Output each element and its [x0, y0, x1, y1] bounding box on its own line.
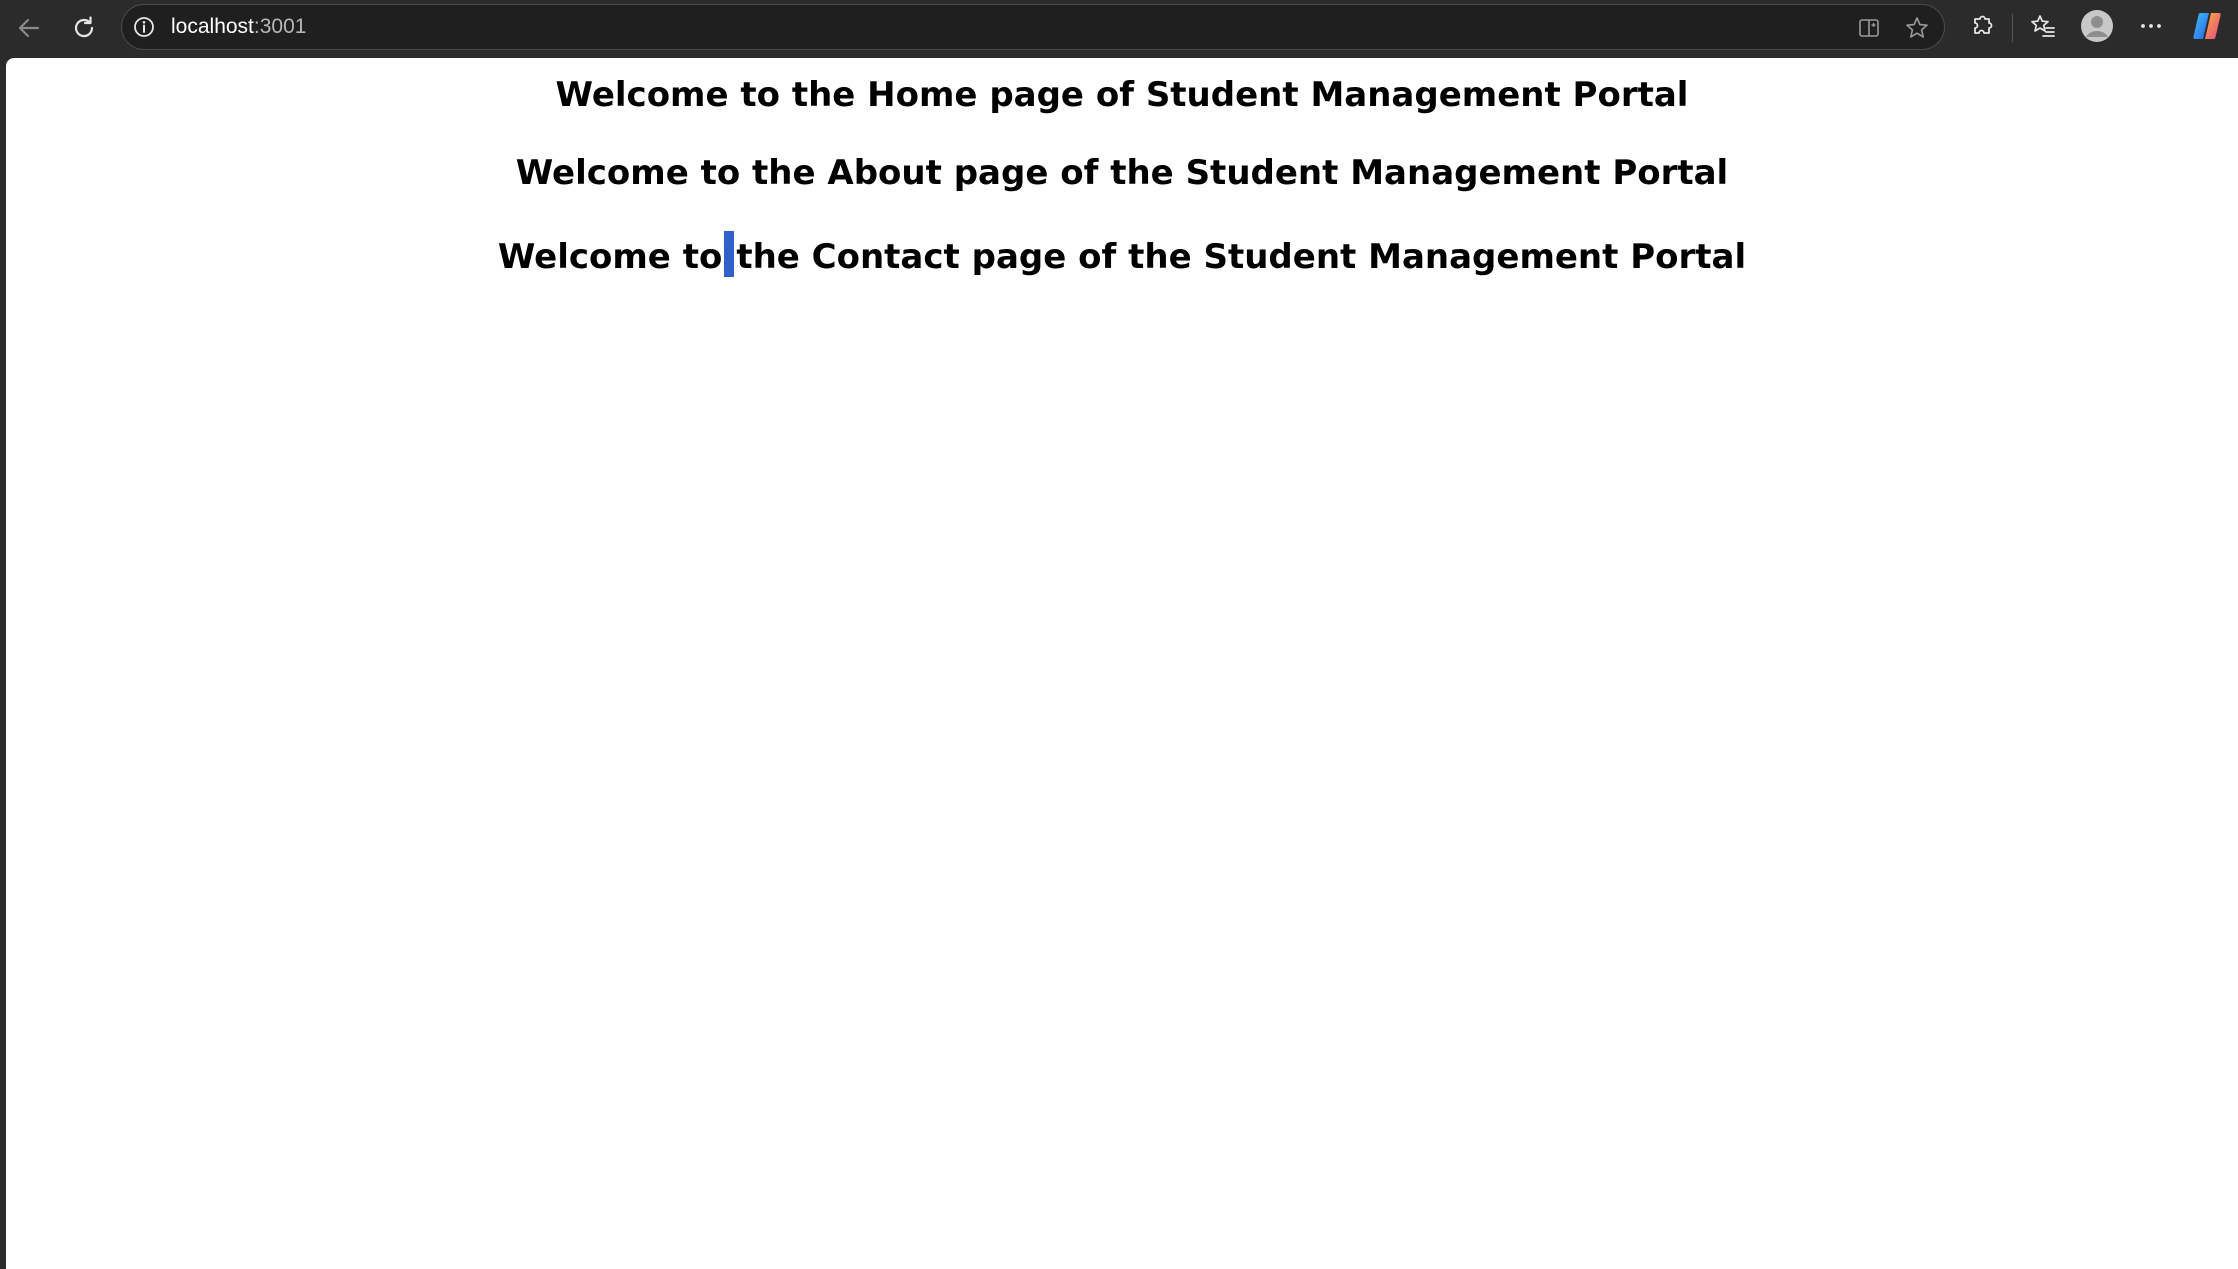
address-bar[interactable]: localhost:3001 [121, 4, 1945, 50]
extensions-button[interactable] [1964, 10, 2000, 46]
url-port: :3001 [253, 15, 307, 38]
arrow-left-icon [15, 14, 43, 42]
copilot-button[interactable] [2189, 10, 2225, 46]
contact-heading: Welcome to the Contact page of the Studen… [6, 231, 2238, 277]
page-viewport: Welcome to the Home page of Student Mana… [6, 58, 2238, 1269]
back-button[interactable] [9, 8, 49, 48]
about-heading: Welcome to the About page of the Student… [515, 153, 1729, 193]
toolbar-divider [2012, 14, 2013, 42]
puzzle-icon [1968, 12, 1996, 44]
contact-heading-part-2: the Contact page of the Student Manageme… [736, 237, 1747, 277]
settings-menu-button[interactable] [2133, 10, 2169, 46]
reload-icon [70, 14, 98, 42]
text-selection-cursor [724, 231, 735, 277]
profile-button[interactable] [2079, 10, 2115, 46]
url-text[interactable]: localhost:3001 [171, 5, 306, 49]
split-screen-icon[interactable] [1855, 14, 1883, 42]
contact-heading-part-1: Welcome to [497, 237, 723, 277]
more-icon [2137, 12, 2165, 44]
home-heading: Welcome to the Home page of Student Mana… [555, 75, 1689, 115]
reload-button[interactable] [64, 8, 104, 48]
url-host: localhost [171, 15, 254, 38]
info-icon[interactable] [132, 15, 156, 39]
avatar-icon [2080, 9, 2114, 47]
star-icon[interactable] [1903, 14, 1931, 42]
favorites-list-icon [2029, 12, 2057, 44]
copilot-icon [2190, 9, 2224, 47]
browser-toolbar: localhost:3001 [0, 0, 2238, 56]
favorites-button[interactable] [2025, 10, 2061, 46]
